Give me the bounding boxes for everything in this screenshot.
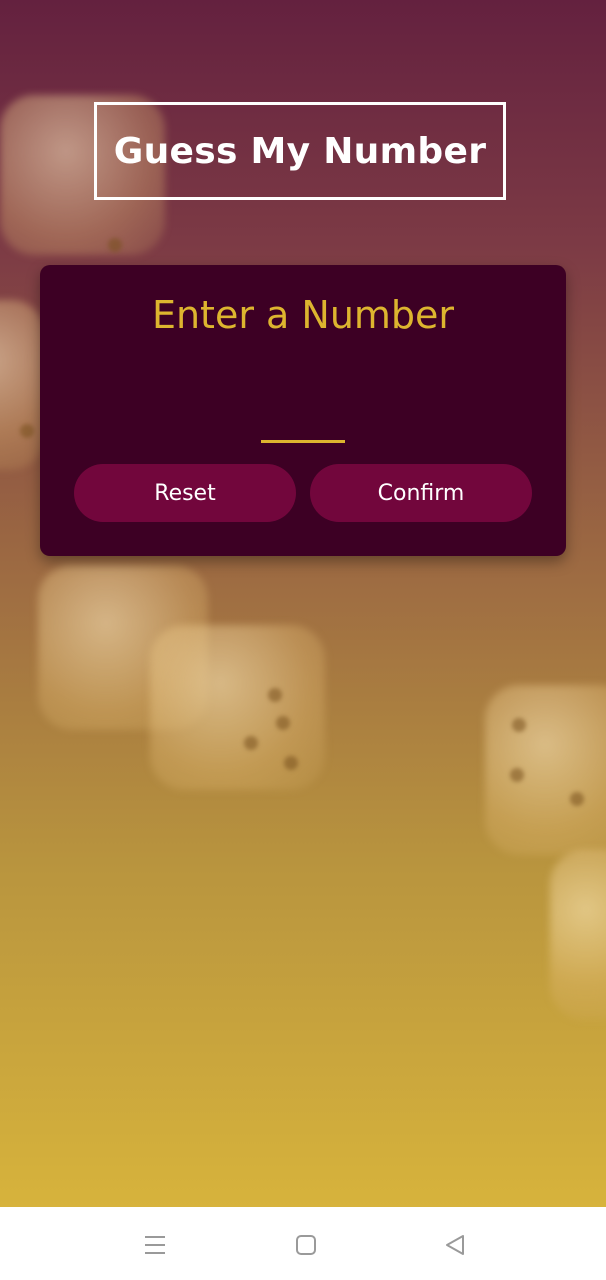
reset-button-label: Reset: [154, 480, 216, 506]
back-triangle-icon: [446, 1235, 464, 1255]
dice-pip: [510, 768, 524, 782]
dice-decoration: [150, 625, 325, 790]
title-box: Guess My Number: [94, 102, 506, 200]
number-input[interactable]: [261, 395, 345, 443]
dice-pip: [244, 736, 258, 750]
number-input-card: Enter a Number Reset Confirm: [40, 265, 566, 556]
dice-decoration: [485, 685, 606, 855]
dice-pip: [268, 688, 282, 702]
confirm-button-label: Confirm: [377, 480, 465, 506]
menu-icon: [145, 1236, 165, 1254]
nav-home-button[interactable]: [292, 1231, 320, 1259]
dice-pip: [512, 718, 526, 732]
dice-pip: [570, 792, 584, 806]
system-navigation-bar: [0, 1207, 606, 1280]
card-title: Enter a Number: [151, 293, 455, 337]
nav-back-button[interactable]: [441, 1231, 469, 1259]
reset-button[interactable]: Reset: [74, 464, 296, 522]
dice-pip: [276, 716, 290, 730]
dice-pip: [20, 424, 34, 438]
dice-decoration: [550, 850, 606, 1020]
app-title: Guess My Number: [113, 130, 487, 172]
home-square-icon: [296, 1235, 316, 1255]
nav-menu-button[interactable]: [141, 1231, 169, 1259]
app-screen: Guess My Number Enter a Number Reset Con…: [0, 0, 606, 1207]
dice-pip: [108, 238, 122, 252]
dice-pip: [284, 756, 298, 770]
dice-decoration: [0, 300, 45, 470]
confirm-button[interactable]: Confirm: [310, 464, 532, 522]
